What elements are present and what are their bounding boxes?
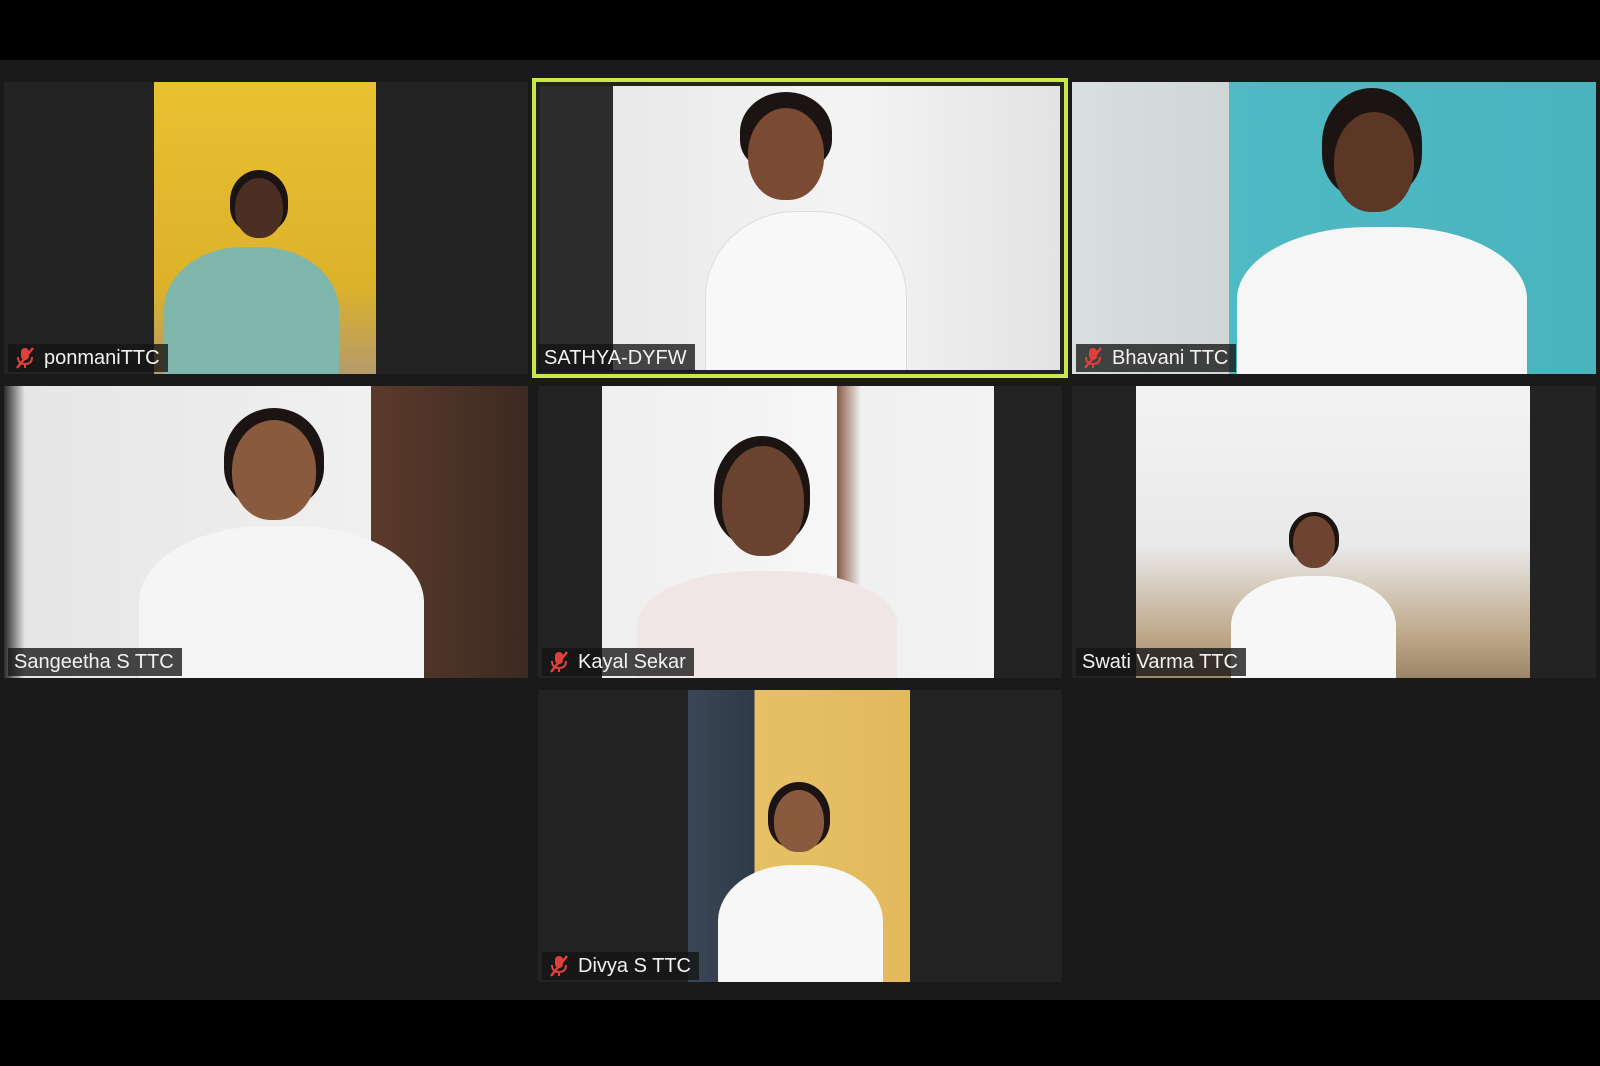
participant-name: Sangeetha S TTC <box>14 650 174 673</box>
participant-tile[interactable]: Divya S TTC <box>538 690 1062 982</box>
participant-tile[interactable]: ponmaniTTC <box>4 82 528 374</box>
participant-nametag: SATHYA-DYFW <box>538 344 695 372</box>
participant-nametag: Divya S TTC <box>542 952 699 980</box>
microphone-muted-icon <box>548 650 570 674</box>
participant-nametag: Bhavani TTC <box>1076 344 1237 372</box>
participant-video <box>154 82 376 374</box>
microphone-muted-icon <box>548 954 570 978</box>
participant-nametag: Sangeetha S TTC <box>8 648 182 676</box>
participant-video <box>4 386 528 678</box>
participant-name: ponmaniTTC <box>44 346 160 369</box>
participant-nametag: ponmaniTTC <box>8 344 168 372</box>
microphone-muted-icon <box>14 346 36 370</box>
participant-nametag: Kayal Sekar <box>542 648 694 676</box>
participant-video <box>1072 82 1596 374</box>
participant-tile[interactable]: Sangeetha S TTC <box>4 386 528 678</box>
participant-video <box>688 690 910 982</box>
participant-video <box>540 86 1060 370</box>
participant-name: SATHYA-DYFW <box>544 346 687 369</box>
participant-name: Kayal Sekar <box>578 650 686 673</box>
participant-video <box>602 386 994 678</box>
microphone-muted-icon <box>1082 346 1104 370</box>
participant-tile[interactable]: Kayal Sekar <box>538 386 1062 678</box>
participant-video <box>1136 386 1530 678</box>
participant-tile[interactable]: Bhavani TTC <box>1072 82 1596 374</box>
video-gallery: ponmaniTTC SATHYA-DYFW Bhavani TTC Sange… <box>0 60 1600 1000</box>
participant-tile[interactable]: Swati Varma TTC <box>1072 386 1596 678</box>
participant-name: Divya S TTC <box>578 954 691 977</box>
participant-nametag: Swati Varma TTC <box>1076 648 1246 676</box>
participant-name: Bhavani TTC <box>1112 346 1229 369</box>
participant-name: Swati Varma TTC <box>1082 650 1238 673</box>
participant-tile-active-speaker[interactable]: SATHYA-DYFW <box>532 78 1068 378</box>
